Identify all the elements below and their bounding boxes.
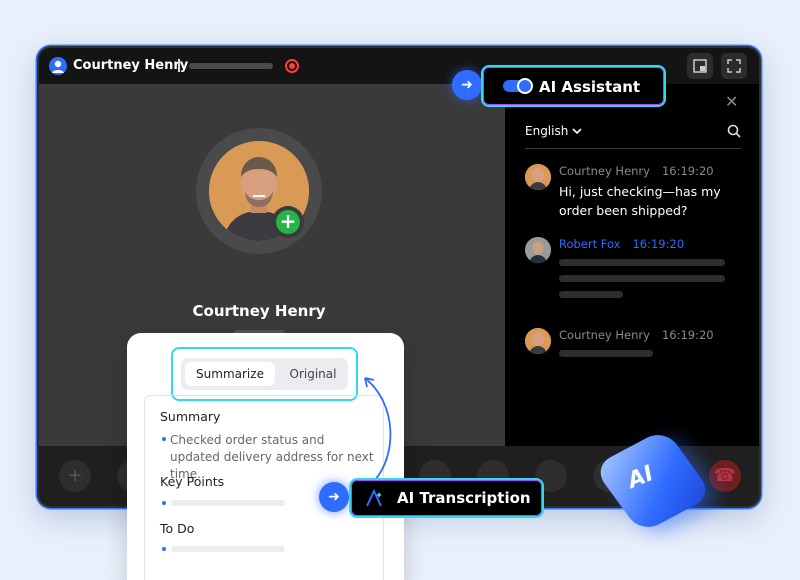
todo-title: To Do <box>160 521 195 536</box>
panel-divider <box>525 148 741 149</box>
language-select[interactable]: English <box>525 124 582 138</box>
picture-in-picture-button[interactable] <box>687 53 713 79</box>
title-placeholder-bar <box>189 63 273 69</box>
chevron-down-icon <box>572 128 582 135</box>
ai-sparkle-icon <box>366 489 382 507</box>
assistant-panel: ✕ English Courtney Henry 16:19:20 Hi, jus… <box>505 84 759 446</box>
summary-bullet <box>162 437 166 441</box>
message-placeholder-line <box>559 291 623 298</box>
ai-transcription-label: AI Transcription <box>397 489 531 507</box>
message-sender: Robert Fox 16:19:20 <box>559 237 685 251</box>
agent-avatar <box>525 237 551 263</box>
ai-transcription-pill[interactable]: AI Transcription <box>349 478 544 518</box>
message-sender: Courtney Henry 16:19:20 <box>559 328 714 342</box>
message-placeholder-line <box>559 275 725 282</box>
customer-avatar <box>525 328 551 354</box>
search-icon[interactable] <box>727 124 741 138</box>
message-text: Hi, just checking—has my order been ship… <box>559 184 721 218</box>
caller-name: Courtney Henry <box>192 302 326 320</box>
ai-assistant-toggle[interactable] <box>503 78 533 94</box>
user-avatar-icon <box>49 57 67 75</box>
key-points-title: Key Points <box>160 474 225 489</box>
arrow-right-icon: ➜ <box>452 70 482 100</box>
language-label: English <box>525 124 569 138</box>
recording-icon[interactable] <box>285 59 299 73</box>
close-icon[interactable]: ✕ <box>725 92 738 111</box>
ai-assistant-pill[interactable]: AI Assistant <box>481 65 666 107</box>
message-placeholder-line <box>559 350 653 357</box>
message-sender: Courtney Henry 16:19:20 <box>559 164 714 178</box>
transcription-tabs: Summarize Original <box>181 358 348 390</box>
fullscreen-button[interactable] <box>721 53 747 79</box>
key-point-placeholder <box>171 500 285 506</box>
tab-original[interactable]: Original <box>283 362 343 386</box>
arrow-right-icon: ➜ <box>319 482 349 512</box>
caller-avatar-ring: + <box>196 128 322 254</box>
ai-assistant-label: AI Assistant <box>539 78 641 96</box>
connector-arrow-icon <box>364 377 392 481</box>
add-call-button[interactable]: + <box>59 460 91 492</box>
key-point-bullet <box>162 501 166 505</box>
title-separator <box>178 59 180 72</box>
todo-bullet <box>162 547 166 551</box>
todo-placeholder <box>171 546 285 552</box>
summary-title: Summary <box>160 409 221 424</box>
add-participant-button[interactable]: + <box>272 206 304 238</box>
transcription-content: Summary Checked order status and updated… <box>144 395 384 580</box>
customer-avatar <box>525 164 551 190</box>
tab-highlight: Summarize Original <box>171 347 358 401</box>
title-caller-name: Courtney Henry <box>73 58 189 73</box>
tab-summarize[interactable]: Summarize <box>185 362 275 386</box>
message-placeholder-line <box>559 259 725 266</box>
end-call-button[interactable]: ☎ <box>709 460 741 492</box>
